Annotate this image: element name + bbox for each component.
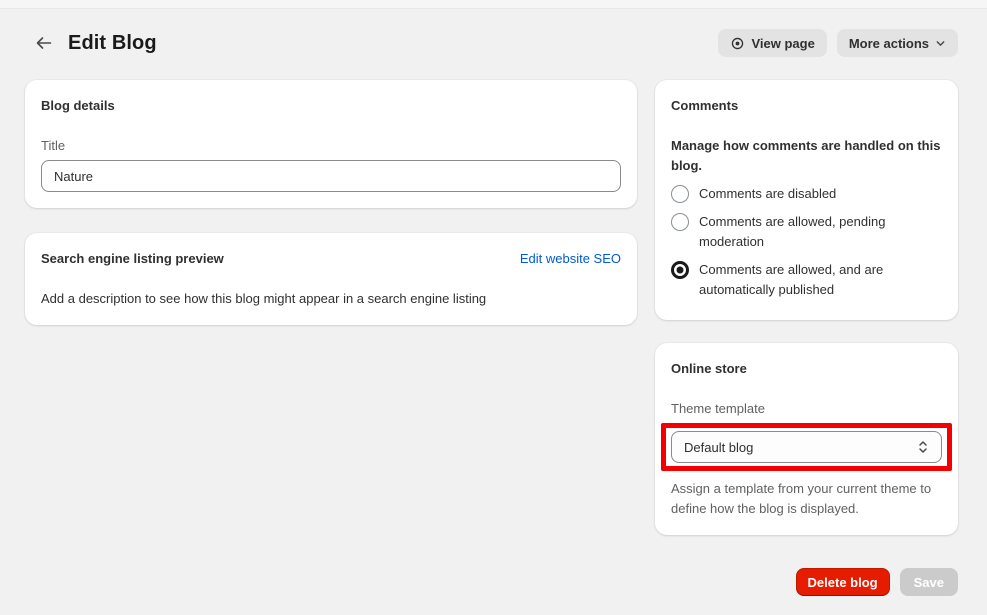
seo-heading: Search engine listing preview [41,249,224,269]
top-bar [0,0,987,9]
more-actions-button[interactable]: More actions [837,29,958,57]
chevron-down-icon [935,38,946,49]
radio-label: Comments are disabled [699,184,836,204]
annotation-highlight-box: Default blog [661,423,952,471]
delete-blog-button[interactable]: Delete blog [796,568,890,596]
edit-website-seo-link[interactable]: Edit website SEO [520,249,621,269]
theme-template-selected-value: Default blog [684,440,753,455]
comments-radio-group: Comments are disabled Comments are allow… [671,180,942,304]
radio-icon[interactable] [671,185,689,203]
online-store-heading: Online store [671,359,942,379]
main-content: Blog details Title Search engine listing… [25,80,958,535]
select-updown-icon [917,440,929,454]
view-page-button[interactable]: View page [718,29,826,57]
radio-option-comments-auto-published[interactable]: Comments are allowed, and are automatica… [671,256,942,304]
radio-icon[interactable] [671,213,689,231]
right-column: Comments Manage how comments are handled… [655,80,958,535]
theme-template-helper-text: Assign a template from your current them… [671,479,942,519]
back-button[interactable] [32,31,56,55]
seo-card: Search engine listing preview Edit websi… [25,233,637,325]
seo-description: Add a description to see how this blog m… [41,289,621,309]
page-title: Edit Blog [68,32,157,55]
blog-details-heading: Blog details [41,96,621,116]
title-label: Title [41,136,621,156]
theme-template-select[interactable]: Default blog [671,431,942,463]
view-page-label: View page [751,36,814,51]
left-column: Blog details Title Search engine listing… [25,80,637,325]
eye-icon [730,36,745,51]
save-button[interactable]: Save [900,568,958,596]
radio-option-comments-disabled[interactable]: Comments are disabled [671,180,942,208]
radio-label: Comments are allowed, pending moderation [699,212,942,252]
blog-details-card: Blog details Title [25,80,637,208]
more-actions-label: More actions [849,36,929,51]
title-input[interactable] [41,160,621,192]
page-header: Edit Blog View page More actions [0,9,987,57]
radio-option-comments-moderated[interactable]: Comments are allowed, pending moderation [671,208,942,256]
comments-card: Comments Manage how comments are handled… [655,80,958,320]
online-store-card: Online store Theme template Default blog… [655,343,958,535]
comments-heading: Comments [671,96,942,116]
footer-actions: Delete blog Save [0,568,958,596]
back-arrow-icon [34,33,54,53]
radio-selected-icon[interactable] [671,261,689,279]
theme-template-label: Theme template [671,399,942,419]
radio-label: Comments are allowed, and are automatica… [699,260,942,300]
comments-description: Manage how comments are handled on this … [671,136,942,176]
